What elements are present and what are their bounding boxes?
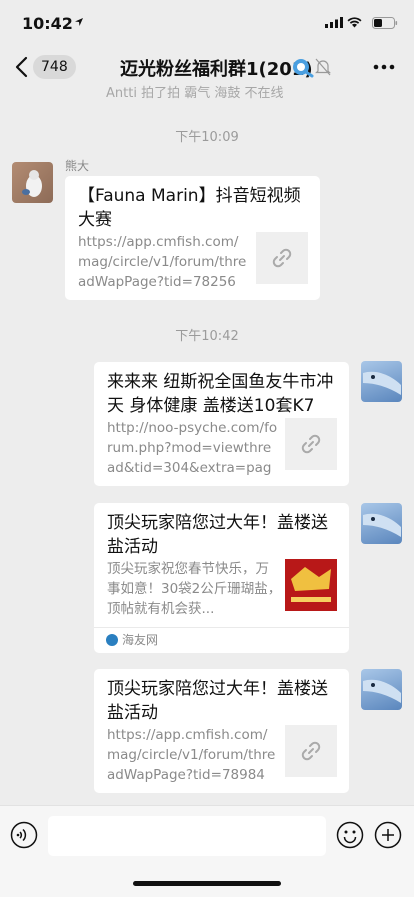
sender-name: 熊大 (65, 159, 90, 173)
unread-count-badge[interactable]: 748 (33, 55, 76, 79)
link-card-description: 顶尖玩家祝您春节快乐，万事如意！30袋2公斤珊瑚盐，顶帖就有机会获... (107, 561, 282, 617)
fish-photo-icon (363, 371, 401, 395)
link-card[interactable]: 顶尖玩家陪您过大年！盖楼送盐活动 顶尖玩家祝您春节快乐，万事如意！30袋2公斤珊… (94, 503, 349, 653)
fish-photo-icon (363, 679, 401, 703)
status-time: 10:42 (22, 14, 73, 33)
link-card-title: 顶尖玩家陪您过大年！盖楼送盐活动 (107, 513, 328, 557)
more-options-icon[interactable] (373, 64, 395, 70)
home-indicator (133, 881, 281, 886)
link-icon (301, 741, 321, 761)
link-card-url: http://noo-psyche.com/forum.php?mod=view… (107, 420, 278, 476)
source-name: 海友网 (122, 633, 159, 647)
promo-image-icon (285, 559, 337, 611)
voice-input-icon[interactable] (10, 821, 38, 849)
timestamp: 下午10:09 (175, 130, 239, 145)
link-thumbnail (285, 725, 337, 777)
location-icon (75, 18, 83, 26)
article-thumbnail (285, 559, 337, 611)
mute-bell-icon (315, 58, 331, 76)
source-logo-icon (106, 634, 118, 646)
wifi-icon (347, 17, 362, 28)
cat-photo-icon (22, 170, 42, 197)
link-card-title: 【Fauna Marin】抖音短视频大赛 (78, 186, 301, 230)
back-chevron-icon[interactable] (12, 56, 32, 78)
my-avatar[interactable] (361, 361, 402, 402)
link-card[interactable]: 【Fauna Marin】抖音短视频大赛 https://app.cmfish.… (65, 176, 320, 300)
system-message: Antti 拍了拍 霸气 海鼓 不在线 (106, 86, 284, 101)
link-card-url: https://app.cmfish.com/mag/circle/v1/for… (107, 727, 276, 783)
signal-icon (325, 17, 343, 28)
link-card-title: 来来来 纽斯祝全国鱼友牛市冲天 身体健康 盖楼送10套K7 -... (107, 372, 334, 416)
link-card[interactable]: 顶尖玩家陪您过大年！盖楼送盐活动 https://app.cmfish.com/… (94, 669, 349, 793)
message-input[interactable] (48, 816, 326, 856)
battery-icon (372, 17, 398, 29)
link-icon (301, 434, 321, 454)
link-card[interactable]: 来来来 纽斯祝全国鱼友牛市冲天 身体健康 盖楼送10套K7 -... http:… (94, 362, 349, 486)
emoji-icon[interactable] (336, 821, 364, 849)
sender-avatar[interactable] (12, 162, 53, 203)
fish-photo-icon (363, 513, 401, 537)
chat-title: 迈光粉丝福利群1(201) (120, 59, 313, 80)
add-attachment-icon[interactable] (374, 821, 402, 849)
link-card-url: https://app.cmfish.com/mag/circle/v1/for… (78, 234, 247, 290)
link-card-title: 顶尖玩家陪您过大年！盖楼送盐活动 (107, 679, 328, 723)
group-chat-bubble-icon (293, 59, 314, 78)
source-row: 海友网 (94, 627, 349, 653)
status-bar: 10:42 (0, 0, 414, 44)
link-icon (272, 248, 292, 268)
my-avatar[interactable] (361, 669, 402, 710)
link-thumbnail (256, 232, 308, 284)
link-thumbnail (285, 418, 337, 470)
my-avatar[interactable] (361, 503, 402, 544)
timestamp: 下午10:42 (175, 329, 239, 344)
